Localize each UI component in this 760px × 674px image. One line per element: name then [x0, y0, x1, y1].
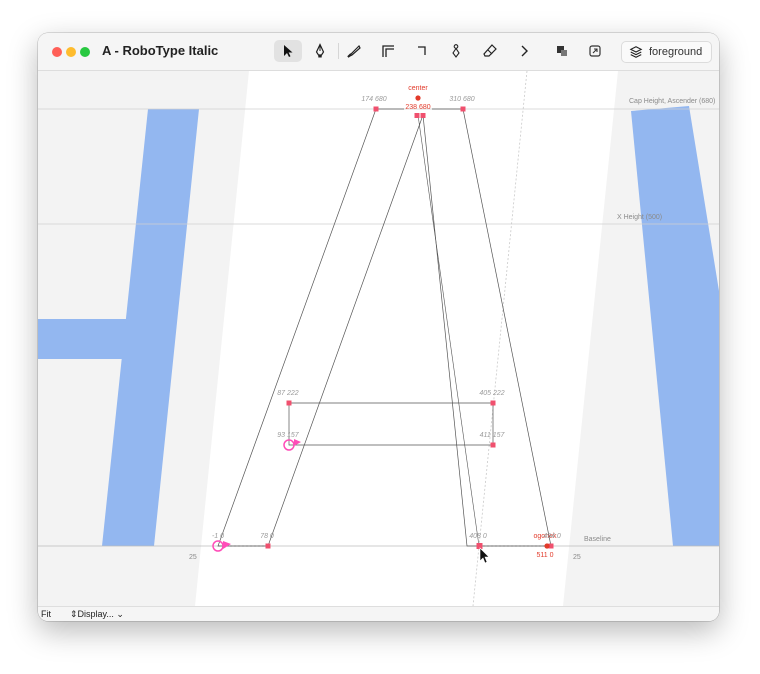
- point-coord-label: 405 222: [479, 390, 504, 397]
- more-tools-button[interactable]: [510, 40, 538, 62]
- eraser-tool-button[interactable]: [476, 40, 504, 62]
- right-sidebearing-label: 25: [573, 554, 581, 561]
- glyph-advance-area: [195, 71, 618, 606]
- center-anchor-coord: 238 680: [405, 104, 430, 111]
- x-height-label: X Height (500): [617, 214, 662, 221]
- point-coord-label: 310 680: [449, 96, 474, 103]
- zoom-fit-button[interactable]: Fit: [41, 609, 51, 619]
- point-coord-label: 87 222: [277, 390, 299, 397]
- maximize-window-button[interactable]: [80, 47, 90, 57]
- status-bar: Fit ⇕Display... ⌄: [38, 606, 719, 621]
- layer-label: foreground: [649, 46, 703, 58]
- point-coord-label: 78 0: [260, 533, 274, 540]
- app-window: A - RoboType Italic foreground Cap Heigh…: [38, 33, 719, 621]
- left-sidebearing-label: 25: [189, 554, 197, 561]
- knife-tool-icon: [347, 44, 361, 58]
- ogonek-anchor[interactable]: [544, 543, 550, 549]
- ogonek-anchor-coord: 511 0: [537, 552, 554, 559]
- more-chevron-icon: [521, 45, 528, 57]
- updown-chevron-icon: ⇕: [70, 609, 78, 619]
- shape-tool-icon: [452, 44, 460, 58]
- display-menu[interactable]: ⇕Display... ⌄: [70, 609, 124, 620]
- outline-point[interactable]: [420, 113, 426, 118]
- layer-selector[interactable]: foreground: [621, 41, 712, 63]
- neighbor-glyph-left-bar: [38, 319, 128, 359]
- glyph-canvas[interactable]: Cap Height, Ascender (680) X Height (500…: [38, 71, 719, 606]
- export-button[interactable]: [581, 40, 609, 62]
- outline-point[interactable]: [460, 106, 466, 112]
- pen-tool-button[interactable]: [306, 40, 334, 62]
- point-coord-label: -1 0: [212, 533, 224, 540]
- toolbar-separator: [338, 43, 339, 59]
- outline-point[interactable]: [414, 113, 420, 118]
- shape-tool-button[interactable]: [442, 40, 470, 62]
- outline-point[interactable]: [490, 442, 496, 448]
- chevron-down-icon: ⌄: [113, 609, 124, 619]
- outline-point-selected[interactable]: [476, 543, 483, 549]
- outline-point[interactable]: [373, 106, 379, 112]
- export-icon: [589, 45, 601, 57]
- rectangle-tool-button[interactable]: [374, 40, 402, 62]
- close-window-button[interactable]: [52, 47, 62, 57]
- pointer-tool-icon: [284, 45, 293, 57]
- cap-height-label: Cap Height, Ascender (680): [629, 98, 715, 105]
- center-anchor-label: center: [408, 85, 428, 92]
- baseline-label: Baseline: [584, 536, 611, 543]
- titlebar: A - RoboType Italic foreground: [38, 33, 719, 71]
- outline-point[interactable]: [490, 400, 496, 406]
- layers-icon: [629, 46, 643, 58]
- eraser-tool-icon: [483, 44, 497, 57]
- rectangle-tool-icon: [382, 45, 394, 57]
- minimize-window-button[interactable]: [66, 47, 76, 57]
- point-coord-label: 494 0: [543, 533, 561, 540]
- components-icon: [557, 46, 567, 56]
- point-coord-label: 411 157: [480, 432, 506, 439]
- components-button[interactable]: [548, 40, 576, 62]
- center-anchor[interactable]: [415, 95, 421, 101]
- outline-point[interactable]: [265, 543, 271, 549]
- corner-tool-button[interactable]: [408, 40, 436, 62]
- pen-tool-icon: [315, 43, 325, 58]
- knife-tool-button[interactable]: [340, 40, 368, 62]
- corner-tool-icon: [418, 46, 426, 55]
- point-coord-label: 93 157: [277, 432, 300, 439]
- outline-point[interactable]: [286, 400, 292, 406]
- window-title: A - RoboType Italic: [102, 43, 219, 58]
- point-coord-label: 408 0: [469, 533, 487, 540]
- pointer-tool-button[interactable]: [274, 40, 302, 62]
- point-coord-label: 174 680: [361, 96, 386, 103]
- display-menu-label: Display...: [77, 609, 114, 619]
